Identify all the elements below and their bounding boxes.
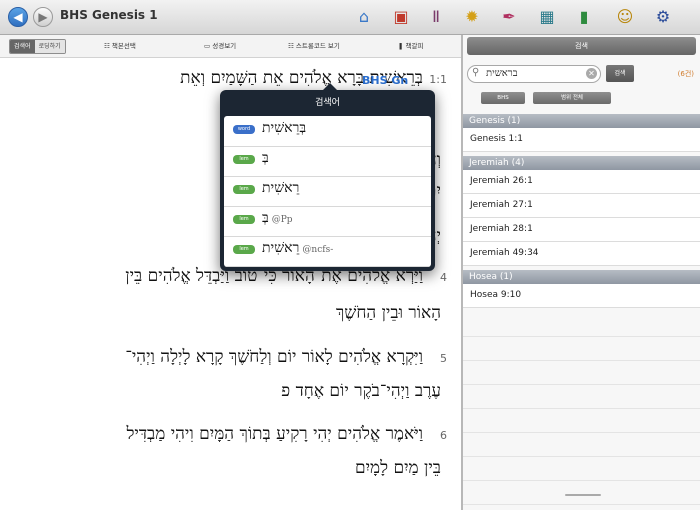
term-type-badge: word [233, 125, 255, 134]
search-term-text: רֵאשִׁית @ncfs- [262, 240, 333, 257]
term-type-badge: lem [233, 245, 255, 254]
list-separator [463, 456, 700, 457]
result-item[interactable]: Hosea 9:10 [463, 284, 700, 308]
reader-toolbar: 검색어 로딩하기 ☷ 책본선택 ▭ 성경보기 ☷ 스트롱코드 보기 ❚ 책갈피 [0, 35, 461, 58]
range-filter-button[interactable]: 범위 전체 [533, 92, 611, 104]
verse-number[interactable]: 5 [440, 352, 447, 365]
result-item[interactable]: Jeremiah 28:1 [463, 218, 700, 242]
bookmark-icon: ❚ [398, 42, 404, 50]
strong-code-button[interactable]: ☷ 스트롱코드 보기 [288, 40, 340, 50]
search-term-row[interactable]: lem רֵאשִׁית @ncfs- [224, 236, 431, 267]
morph-code: @ncfs- [302, 245, 334, 255]
search-input-value: בראשית [486, 68, 518, 79]
note-icon[interactable]: ▮ [573, 6, 595, 28]
version-filter-button[interactable]: BHS [481, 92, 525, 104]
search-button[interactable]: 검색 [606, 65, 634, 82]
verse-number[interactable]: 1:1 [429, 73, 447, 86]
search-term-text: בְּ [262, 150, 269, 167]
term-type-badge: lem [233, 185, 255, 194]
select-book-button[interactable]: ☷ 책본선택 [104, 40, 136, 50]
result-item[interactable]: Jeremiah 26:1 [463, 170, 700, 194]
search-term-hebrew: בְּ [262, 210, 269, 226]
gear-icon[interactable]: ⚙ [652, 6, 674, 28]
verse-text-line[interactable]: וַיִּקְרָא אֱלֹהִים לָאוֹר יוֹם וְלַחֹשֶ… [125, 347, 423, 367]
user-icon[interactable]: ☺ [614, 6, 636, 28]
search-term-hebrew: בְּרֵאשִׁית [262, 120, 307, 136]
search-term-popover: 검색어 word בְּרֵאשִׁית lem בְּ lem רֵאשִׁית lem ב… [220, 83, 435, 271]
verse-number[interactable]: 4 [440, 271, 447, 284]
home-icon[interactable]: ⌂ [353, 6, 375, 28]
popover-title: 검색어 [315, 98, 340, 108]
clear-icon[interactable]: ✕ [586, 68, 597, 79]
verse-text-line[interactable]: עֶרֶב וַיְהִי־בֹקֶר יוֹם אֶחָד פ [281, 381, 441, 401]
search-term-text: בְּ @Pp [262, 210, 293, 227]
term-type-badge: lem [233, 155, 255, 164]
code-icon: ☷ [288, 42, 294, 50]
image-icon[interactable]: ▦ [536, 6, 558, 28]
morph-code: @Pp [271, 215, 293, 225]
result-group-header[interactable]: Genesis (1) [463, 114, 700, 128]
library-icon[interactable]: Ⅱ [425, 6, 447, 28]
search-term-hebrew: רֵאשִׁית [262, 180, 300, 196]
result-item[interactable]: Genesis 1:1 [463, 128, 700, 152]
result-item[interactable]: Jeremiah 49:34 [463, 242, 700, 266]
search-panel-header[interactable]: 검색 [467, 37, 696, 55]
forward-arrow-icon: ▶ [38, 10, 48, 24]
bookmark-button[interactable]: ❚ 책갈피 [398, 40, 423, 50]
verse-text-line[interactable]: וַיֹּאמֶר אֱלֹהִים יְהִי רָקִיעַ בְּתוֹך… [126, 424, 423, 444]
view-mode-toggle[interactable]: 검색어 로딩하기 [9, 39, 66, 54]
back-arrow-icon: ◀ [13, 10, 23, 24]
list-separator [463, 504, 700, 505]
search-term-hebrew: בְּ [262, 150, 269, 166]
search-icon: ⚲ [472, 67, 480, 78]
list-separator [463, 432, 700, 433]
search-term-row[interactable]: lem בְּ @Pp [224, 206, 431, 237]
page-title: BHS Genesis 1 [60, 8, 158, 22]
list-separator [463, 336, 700, 337]
result-group-header[interactable]: Hosea (1) [463, 270, 700, 284]
back-button[interactable]: ◀ [8, 7, 28, 27]
seg-loading[interactable]: 로딩하기 [34, 40, 65, 53]
list-separator [463, 408, 700, 409]
result-group-header[interactable]: Jeremiah (4) [463, 156, 700, 170]
verse-number[interactable]: 6 [440, 429, 447, 442]
seg-search[interactable]: 검색어 [10, 40, 35, 53]
verse-text-line[interactable]: בֵּין מַיִם לָמָיִם [355, 458, 441, 478]
book-outline-icon: ▭ [204, 42, 211, 50]
verse-text-line[interactable]: הָאוֹר וּבֵין הַחֹשֶׁךְ [336, 303, 441, 323]
list-separator [463, 360, 700, 361]
search-term-row[interactable]: lem רֵאשִׁית [224, 176, 431, 207]
forward-button[interactable]: ▶ [33, 7, 53, 27]
book-icon[interactable]: ▣ [390, 6, 412, 28]
resize-handle[interactable] [565, 494, 601, 496]
search-term-row[interactable]: word בְּרֵאשִׁית [224, 116, 431, 147]
list-separator [463, 480, 700, 481]
term-type-badge: lem [233, 215, 255, 224]
search-term-row[interactable]: lem בְּ [224, 146, 431, 177]
pen-icon[interactable]: ✒ [498, 6, 520, 28]
result-item[interactable]: Jeremiah 27:1 [463, 194, 700, 218]
search-term-text: רֵאשִׁית [262, 180, 299, 197]
top-toolbar: ◀ ▶ BHS Genesis 1 ⌂ ▣ Ⅱ ✹ ✒ ▦ ▮ ☺ ⚙ [0, 0, 700, 35]
search-term-list: word בְּרֵאשִׁית lem בְּ lem רֵאשִׁית lem בְּ @P… [224, 116, 431, 267]
search-term-hebrew: רֵאשִׁית [262, 240, 300, 256]
search-input[interactable]: ⚲ בראשית ✕ [467, 65, 601, 83]
verse-reference-tag[interactable]: BHS Gn [362, 74, 408, 87]
list-icon: ☷ [104, 42, 110, 50]
view-bible-button[interactable]: ▭ 성경보기 [204, 40, 236, 50]
result-count: (6건) [677, 70, 694, 78]
sun-icon[interactable]: ✹ [461, 6, 483, 28]
search-term-text: בְּרֵאשִׁית [262, 120, 306, 137]
search-panel: 검색 ⚲ בראשית ✕ 검색 (6건) BHS 범위 전체 Genesis … [463, 35, 700, 510]
list-separator [463, 384, 700, 385]
